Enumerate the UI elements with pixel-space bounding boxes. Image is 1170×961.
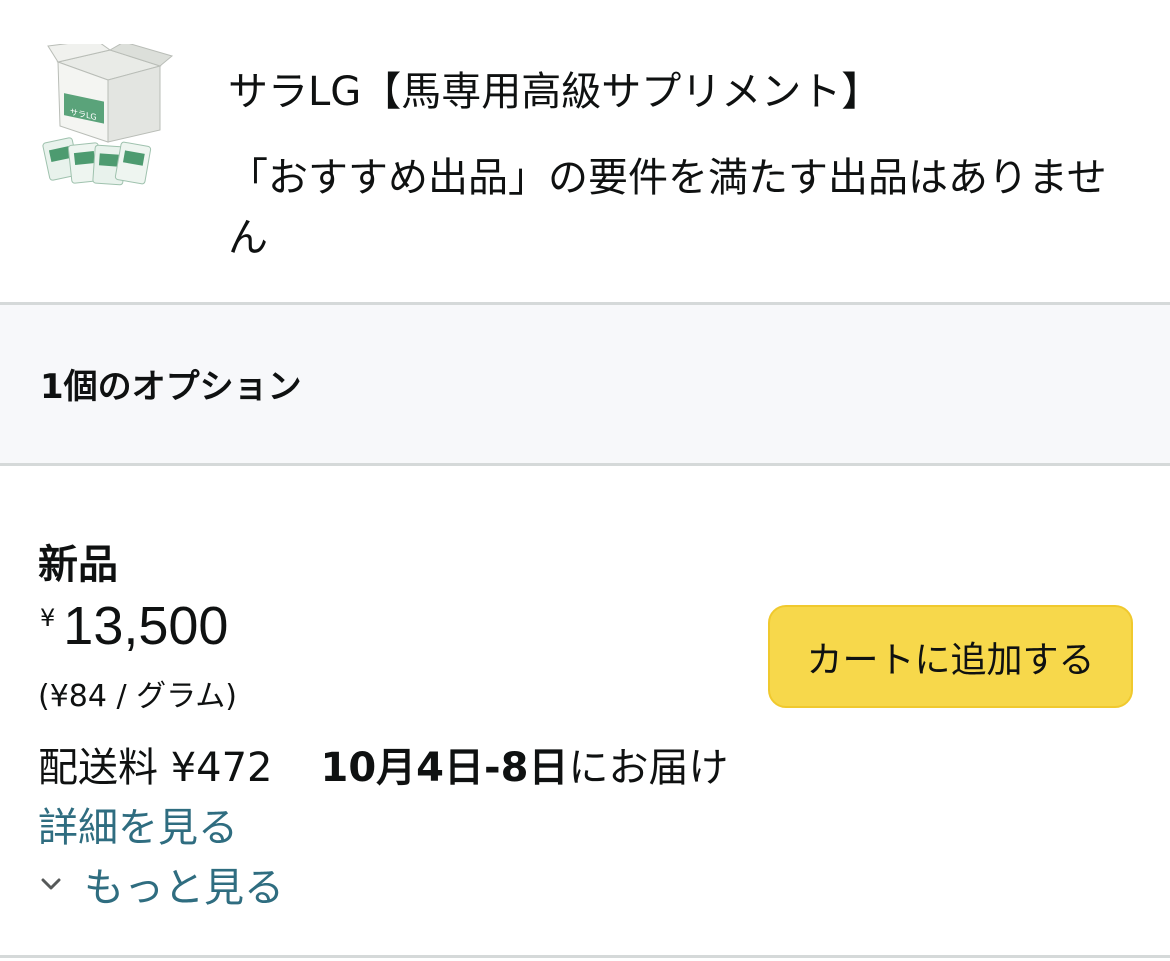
chevron-down-icon <box>41 878 61 890</box>
delivery-date: 10月4日-8日 <box>320 745 569 791</box>
see-more-label: もっと見る <box>84 865 284 911</box>
currency-symbol: ¥ <box>40 604 56 632</box>
see-details-link[interactable]: 詳細を見る <box>38 800 238 856</box>
offer-price: ¥13,500 <box>40 594 228 658</box>
product-image[interactable]: サラLG <box>40 44 180 194</box>
product-header: サラLG サラLG【馬専用高級サプリメント】 「おすすめ出品」の要件を満たす出品… <box>0 0 1170 305</box>
unit-price: (¥84 / グラム) <box>38 679 237 714</box>
featured-offer-notice: 「おすすめ出品」の要件を満たす出品はありません <box>228 155 1107 261</box>
product-title[interactable]: サラLG【馬専用高級サプリメント】 <box>228 62 1128 122</box>
price-amount: 13,500 <box>63 596 229 656</box>
offers-page: サラLG サラLG【馬専用高級サプリメント】 「おすすめ出品」の要件を満たす出品… <box>0 0 1170 961</box>
divider <box>0 955 1170 958</box>
shipping-line: 配送料 ¥472 10月4日-8日にお届け <box>38 740 728 796</box>
see-more-toggle[interactable]: もっと見る <box>38 860 284 916</box>
delivery-suffix: にお届け <box>568 745 729 791</box>
add-to-cart-button[interactable]: カートに追加する <box>768 605 1133 708</box>
offer-condition: 新品 <box>38 542 118 588</box>
options-count-label: 1個のオプション <box>40 367 302 407</box>
shipping-fee: 配送料 ¥472 <box>38 745 273 791</box>
